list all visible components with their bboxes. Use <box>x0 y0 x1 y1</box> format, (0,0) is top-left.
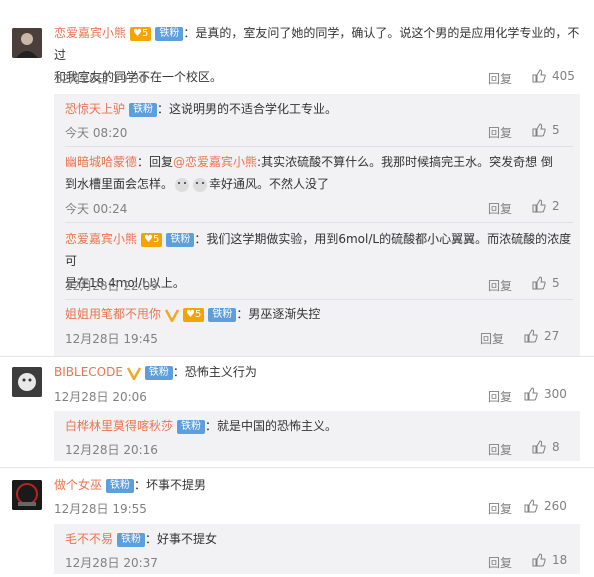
thumbs-up-icon <box>524 499 538 513</box>
thumbs-up-icon <box>532 69 546 83</box>
divider <box>0 467 594 468</box>
level-badge: ♥5 <box>141 232 163 247</box>
like-count: 8 <box>552 440 560 454</box>
like-button[interactable]: 18 <box>532 553 567 567</box>
fan-badge: 铁粉 <box>106 478 135 493</box>
like-count: 18 <box>552 553 568 567</box>
reply-text: ：这说明男的不适合学化工专业。 <box>157 102 338 116</box>
thumbs-up-icon <box>524 329 538 343</box>
like-count: 405 <box>552 69 575 83</box>
like-count: 5 <box>552 276 560 290</box>
like-button[interactable]: 27 <box>524 329 559 343</box>
fan-badge: 铁粉 <box>144 365 173 380</box>
thumbs-up-icon <box>532 553 546 567</box>
fan-badge: 铁粉 <box>117 532 146 547</box>
fan-badge: 铁粉 <box>177 419 206 434</box>
comment-time: 12月28日 19:30 <box>54 72 147 86</box>
user-avatar-icon <box>12 480 42 510</box>
comment-user-name[interactable]: 恋爱嘉宾小熊 <box>54 26 126 40</box>
like-count: 2 <box>552 199 560 213</box>
fan-badge: 铁粉 <box>166 232 195 247</box>
reply-button[interactable]: 回复 <box>488 388 512 405</box>
user-avatar-icon <box>12 28 42 58</box>
reply-text-cont: 幸好通风。不然人没了 <box>209 177 330 191</box>
reply-text-cont: 到水槽里面会怎样。 <box>65 177 174 191</box>
avatar[interactable] <box>12 480 42 510</box>
level-badge: ♥5 <box>130 26 152 41</box>
thumbs-up-icon <box>532 199 546 213</box>
like-button[interactable]: 405 <box>532 69 575 83</box>
reply-button[interactable]: 回复 <box>488 124 512 141</box>
comment-body: 做个女巫 铁粉 ：坏事不提男 <box>54 474 206 496</box>
like-count: 260 <box>544 499 567 513</box>
user-avatar-icon <box>12 367 42 397</box>
divider <box>65 222 573 223</box>
reply-text: ：就是中国的恐怖主义。 <box>205 419 338 433</box>
emoji-shock-icon <box>175 177 190 192</box>
reply-user-name[interactable]: 恋爱嘉宾小熊 <box>65 232 137 246</box>
emoji-shock-icon <box>193 177 208 192</box>
reply-button[interactable]: 回复 <box>488 441 512 458</box>
reply-user-name[interactable]: 幽暗城哈蒙德 <box>65 155 137 169</box>
like-button[interactable]: 5 <box>532 276 560 290</box>
like-button[interactable]: 8 <box>532 440 560 454</box>
comment-text: ：恐怖主义行为 <box>172 365 257 379</box>
fan-badge: 铁粉 <box>129 102 158 117</box>
comment-time: 12月28日 20:06 <box>54 390 147 404</box>
like-button[interactable]: 300 <box>524 387 567 401</box>
level-badge: ♥5 <box>183 307 205 322</box>
divider <box>0 356 594 357</box>
thumbs-up-icon <box>532 276 546 290</box>
fan-badge: 铁粉 <box>208 307 237 322</box>
divider <box>65 299 573 300</box>
like-count: 300 <box>544 387 567 401</box>
comment-body: BIBLECODE 铁粉 ：恐怖主义行为 <box>54 361 257 383</box>
avatar[interactable] <box>12 367 42 397</box>
reply-user-name[interactable]: 恐惊天上驴 <box>65 102 125 116</box>
reply-button[interactable]: 回复 <box>488 500 512 517</box>
avatar[interactable] <box>12 28 42 58</box>
reply-text: :其实浓硫酸不算什么。我那时候搞完王水。突发奇想 倒 <box>257 155 553 169</box>
reply-time: 今天 00:24 <box>65 202 128 216</box>
fan-badge: 铁粉 <box>155 26 184 41</box>
reply-button[interactable]: 回复 <box>488 70 512 87</box>
reply-time: 12月28日 19:45 <box>65 332 158 346</box>
reply-time: 12月28日 22:09 <box>65 279 158 293</box>
reply-text: ：好事不提女 <box>145 532 218 546</box>
reply-user-name[interactable]: 毛不不易 <box>65 532 113 546</box>
reply-item: 幽暗城哈蒙德：回复@恋爱嘉宾小熊:其实浓硫酸不算什么。我那时候搞完王水。突发奇想… <box>65 151 580 195</box>
comment-text: ：坏事不提男 <box>134 478 207 492</box>
mention-link[interactable]: @恋爱嘉宾小熊 <box>173 155 257 169</box>
thumbs-up-icon <box>524 387 538 401</box>
reply-button[interactable]: 回复 <box>488 277 512 294</box>
verified-v-icon <box>126 366 141 380</box>
reply-user-name[interactable]: 白桦林里莫得喀秋莎 <box>65 419 173 433</box>
reply-text: ：回复 <box>137 155 174 169</box>
thumbs-up-icon <box>532 123 546 137</box>
reply-button[interactable]: 回复 <box>480 330 504 347</box>
comment-user-name[interactable]: 做个女巫 <box>54 478 102 492</box>
like-button[interactable]: 2 <box>532 199 560 213</box>
verified-v-icon <box>165 308 180 322</box>
reply-time: 12月28日 20:16 <box>65 443 158 457</box>
reply-item: 毛不不易 铁粉 ：好事不提女 <box>65 528 217 550</box>
like-count: 27 <box>544 329 560 343</box>
divider <box>65 146 573 147</box>
reply-time: 12月28日 20:37 <box>65 556 158 570</box>
thumbs-up-icon <box>532 440 546 454</box>
reply-item: 白桦林里莫得喀秋莎 铁粉 ：就是中国的恐怖主义。 <box>65 415 337 437</box>
comment-time: 12月28日 19:55 <box>54 502 147 516</box>
reply-text: ：男巫逐渐失控 <box>236 307 321 321</box>
reply-item: 姐姐用笔都不甩你 ♥5 铁粉 ：男巫逐渐失控 <box>65 303 320 325</box>
reply-time: 今天 08:20 <box>65 126 128 140</box>
reply-item: 恐惊天上驴 铁粉 ：这说明男的不适合学化工专业。 <box>65 98 337 120</box>
reply-user-name[interactable]: 姐姐用笔都不甩你 <box>65 307 161 321</box>
like-count: 5 <box>552 123 560 137</box>
comment-user-name[interactable]: BIBLECODE <box>54 365 123 379</box>
like-button[interactable]: 260 <box>524 499 567 513</box>
reply-button[interactable]: 回复 <box>488 200 512 217</box>
reply-button[interactable]: 回复 <box>488 554 512 571</box>
like-button[interactable]: 5 <box>532 123 560 137</box>
